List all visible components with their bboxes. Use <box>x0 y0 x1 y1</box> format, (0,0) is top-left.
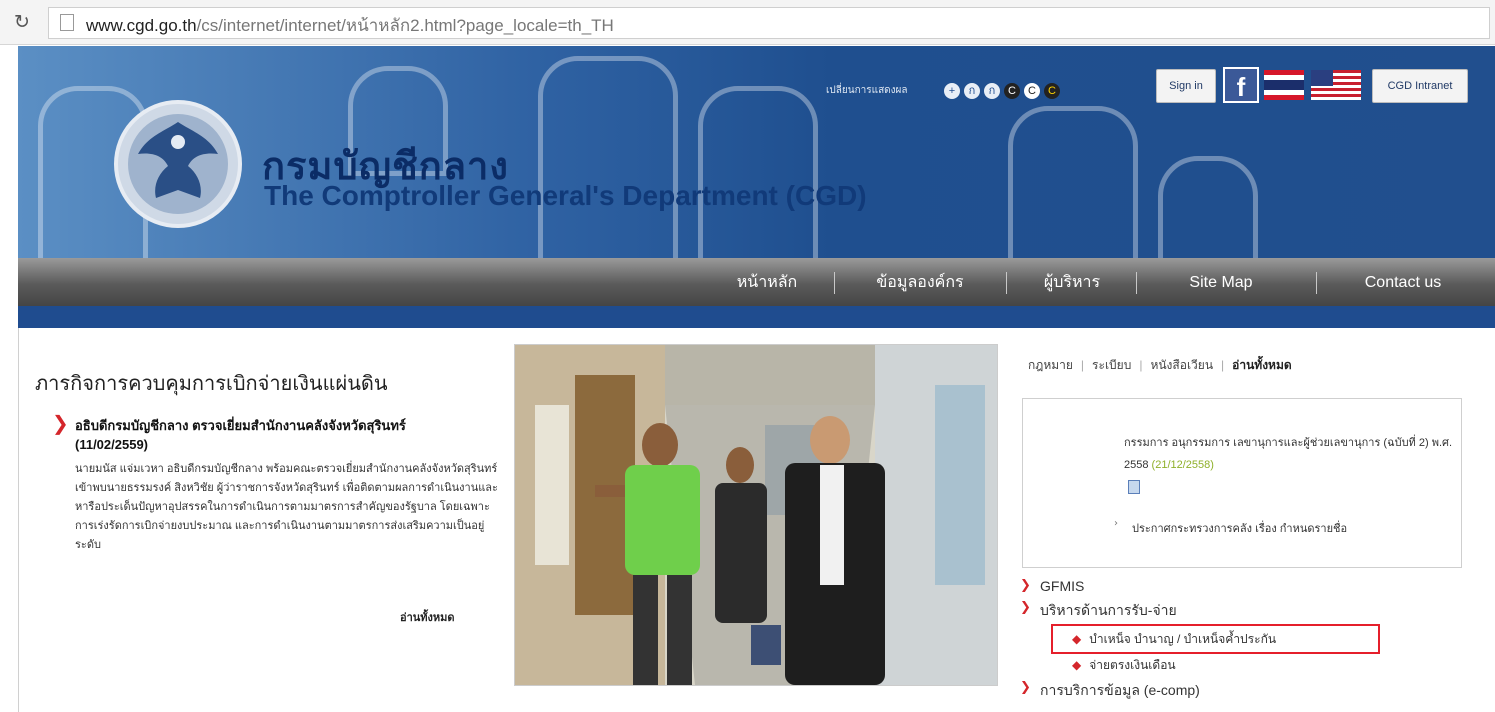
font-small-button[interactable]: ก <box>984 83 1000 99</box>
blue-strip <box>18 306 1495 328</box>
news-photo[interactable] <box>514 344 998 686</box>
document-file-icon[interactable] <box>1128 480 1140 494</box>
arrow-right-icon: ❯ <box>1020 680 1031 695</box>
menu-salary[interactable]: ◆ จ่ายตรงเงินเดือน <box>1072 656 1176 675</box>
reload-icon[interactable]: ↻ <box>14 12 34 32</box>
font-increase-button[interactable]: + <box>944 83 960 99</box>
menu-payment[interactable]: บริหารด้านการรับ-จ่าย <box>1040 600 1177 622</box>
tab-regulations[interactable]: ระเบียบ <box>1092 356 1131 375</box>
url-text[interactable]: www.cgd.go.th/cs/internet/internet/หน้าห… <box>86 12 614 39</box>
nav-divider <box>1006 272 1007 294</box>
contrast-dark-button[interactable]: C <box>1004 83 1020 99</box>
tab-read-all[interactable]: อ่านทั้งหมด <box>1232 356 1292 375</box>
contrast-normal-button[interactable]: C <box>1024 83 1040 99</box>
highlight-box <box>1051 624 1380 654</box>
page-icon <box>60 14 74 31</box>
nav-divider <box>1136 272 1137 294</box>
english-flag-icon[interactable] <box>1311 70 1361 100</box>
tab-laws[interactable]: กฎหมาย <box>1028 356 1073 375</box>
nav-divider <box>1316 272 1317 294</box>
thai-flag-icon[interactable] <box>1264 70 1304 100</box>
facebook-icon[interactable]: f <box>1223 67 1259 103</box>
sign-in-button[interactable]: Sign in <box>1156 69 1216 103</box>
nav-sitemap[interactable]: Site Map <box>1152 268 1290 298</box>
cgd-intranet-button[interactable]: CGD Intranet <box>1372 69 1468 103</box>
document-item-1[interactable]: กรรมการ อนุกรรมการ เลขานุการและผู้ช่วยเล… <box>1124 432 1454 476</box>
garuda-logo[interactable] <box>108 94 248 234</box>
site-title-english: The Comptroller General's Department (CG… <box>264 180 867 211</box>
nav-about[interactable]: ข้อมูลองค์กร <box>846 268 994 298</box>
arrow-right-icon: ❯ <box>1020 600 1031 615</box>
tab-circulars[interactable]: หนังสือเวียน <box>1150 356 1213 375</box>
nav-home[interactable]: หน้าหลัก <box>712 268 822 298</box>
document-item-2[interactable]: ประกาศกระทรวงการคลัง เรื่อง กำหนดรายชื่อ <box>1132 522 1462 536</box>
nav-divider <box>834 272 835 294</box>
tab-divider: | <box>1139 358 1143 372</box>
document-list-box <box>1022 398 1462 568</box>
news-summary: นายมนัส แจ่มเวหา อธิบดีกรมบัญชีกลาง พร้อ… <box>75 463 498 551</box>
arrow-right-icon: ❯ <box>52 411 69 435</box>
arrow-right-icon: ❯ <box>1020 578 1031 593</box>
nav-contact[interactable]: Contact us <box>1328 268 1478 298</box>
menu-gfmis[interactable]: GFMIS <box>1040 578 1084 594</box>
tab-divider: | <box>1221 358 1225 372</box>
font-size-label: เปลี่ยนการแสดงผล <box>826 85 908 96</box>
menu-ecomp[interactable]: การบริการข้อมูล (e-comp) <box>1040 680 1200 702</box>
tab-divider: | <box>1080 358 1085 372</box>
nav-executives[interactable]: ผู้บริหาร <box>1018 268 1126 298</box>
bullet-icon: › <box>1114 518 1118 529</box>
news-title-link[interactable]: อธิบดีกรมบัญชีกลาง ตรวจเยี่ยมสำนักงานคลั… <box>75 416 475 454</box>
font-normal-button[interactable]: ก <box>964 83 980 99</box>
news-section-heading: ภารกิจการควบคุมการเบิกจ่ายเงินแผ่นดิน <box>35 373 388 395</box>
bullet-icon: ◆ <box>1072 658 1082 672</box>
document-tabs: กฎหมาย | ระเบียบ | หนังสือเวียน | อ่านทั้งหมด <box>1028 356 1468 382</box>
news-read-all-link[interactable]: อ่านทั้งหมด <box>400 608 455 626</box>
contrast-yellow-button[interactable]: C <box>1044 83 1060 99</box>
